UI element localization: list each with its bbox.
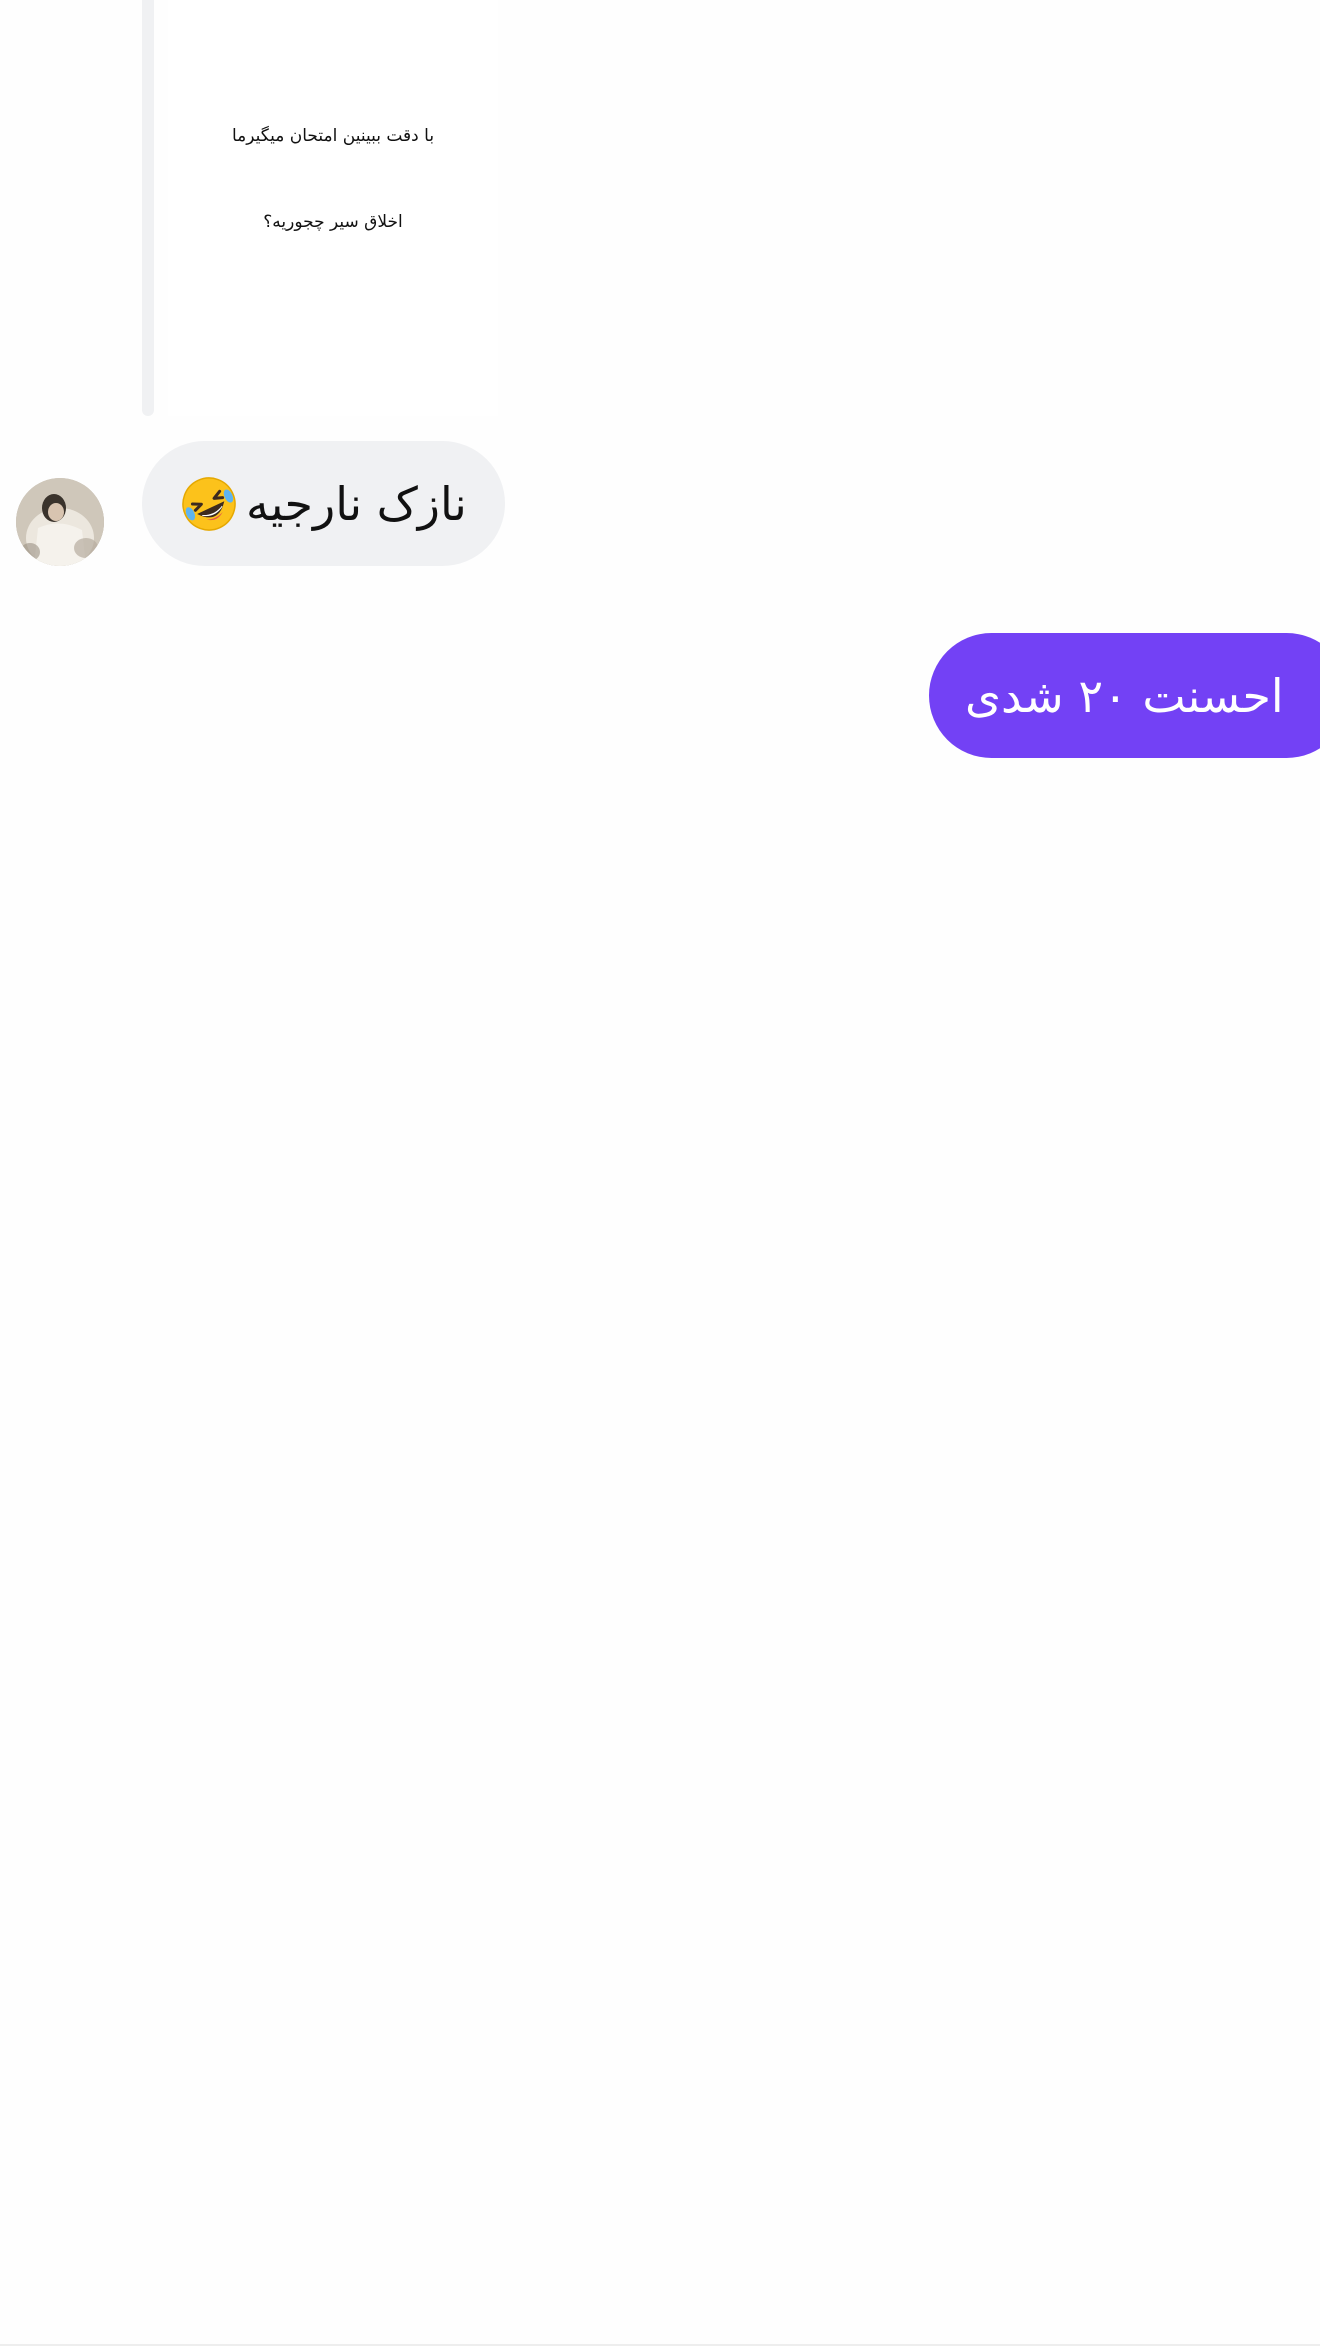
outgoing-message-bubble[interactable]: احسنت ۲۰ شدی — [929, 633, 1320, 758]
outgoing-message-text: احسنت ۲۰ شدی — [965, 668, 1284, 723]
avatar-photo — [16, 478, 104, 566]
reply-indicator-bar — [142, 0, 154, 416]
shared-post-preview[interactable]: با دقت ببینین امتحان میگیرما اخلاق سیر چ… — [168, 0, 498, 416]
incoming-message-bubble[interactable]: نازک نارجیه — [142, 441, 505, 566]
chat-screen: با دقت ببینین امتحان میگیرما اخلاق سیر چ… — [0, 0, 1320, 2346]
rolling-on-floor-laughing-icon — [180, 475, 238, 533]
shared-post-caption-line-1: با دقت ببینین امتحان میگیرما — [231, 126, 435, 146]
incoming-message-text: نازک نارجیه — [246, 476, 467, 531]
shared-post-caption-line-2: اخلاق سیر چجوریه؟ — [263, 212, 403, 232]
sender-avatar[interactable] — [16, 478, 104, 566]
